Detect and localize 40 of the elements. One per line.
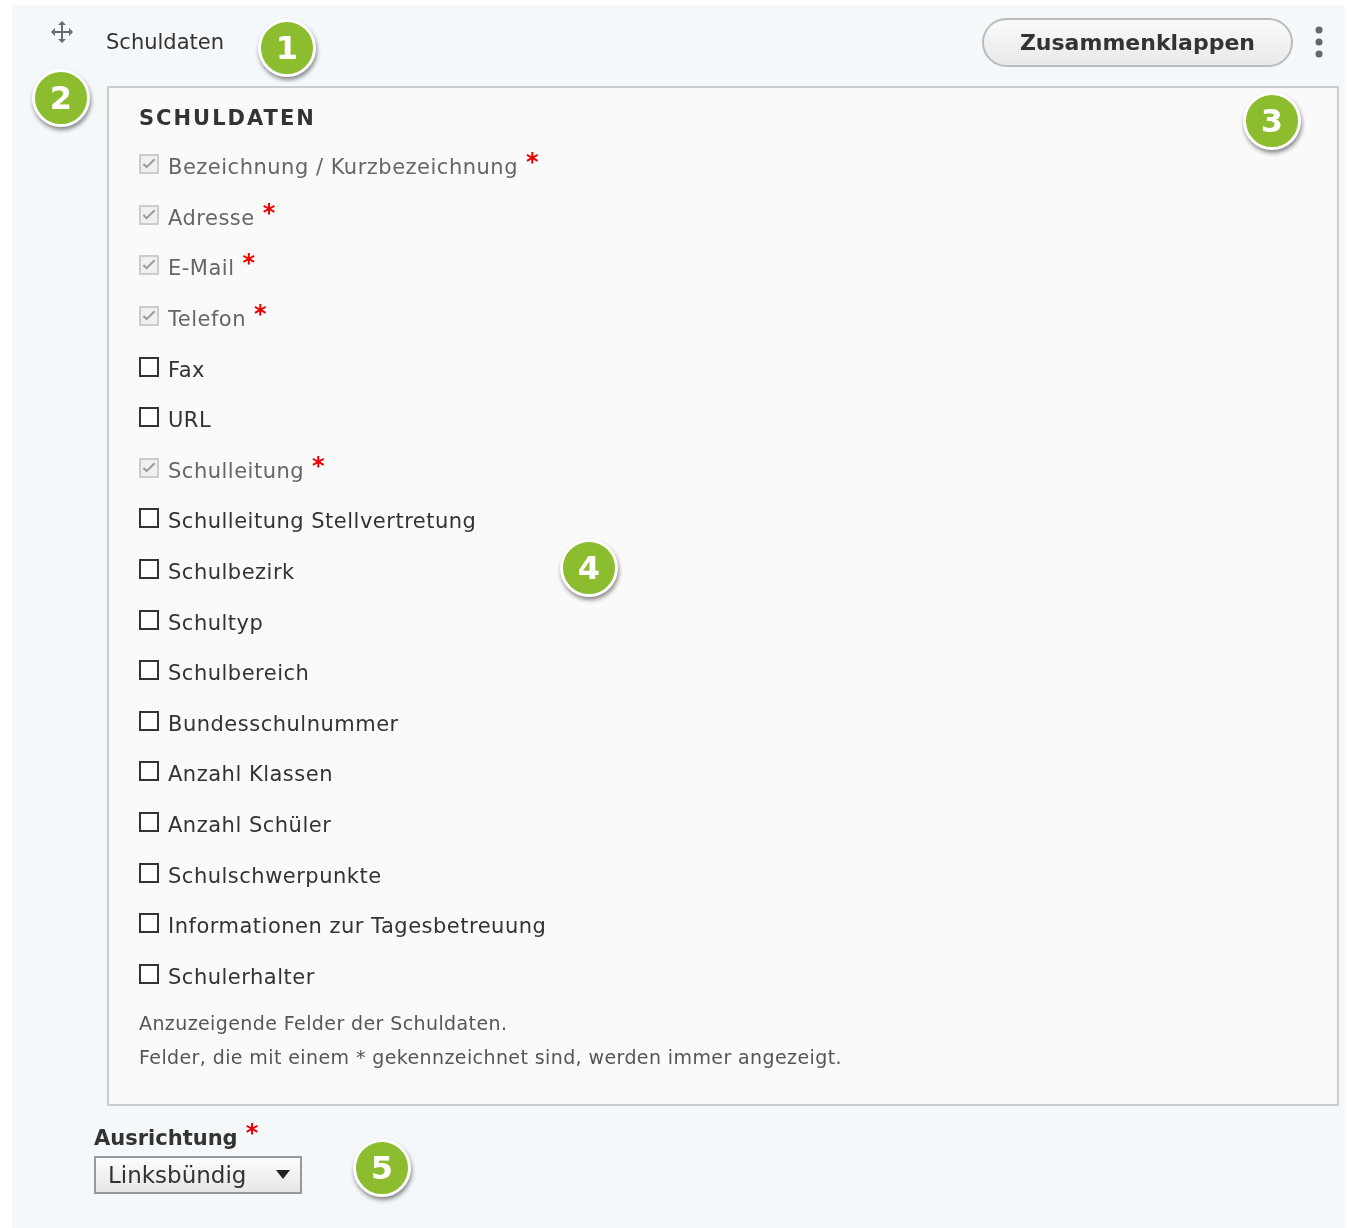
checkbox-label[interactable]: Anzahl Klassen	[168, 762, 333, 787]
required-marker: *	[245, 1119, 259, 1148]
checkbox[interactable]	[139, 963, 159, 984]
checkbox[interactable]	[139, 407, 159, 428]
required-marker: *	[262, 198, 276, 227]
checkbox[interactable]	[139, 862, 159, 883]
checkbox-label[interactable]: Schulerhalter	[168, 964, 315, 989]
checkbox[interactable]	[139, 609, 159, 630]
checkbox[interactable]	[139, 761, 159, 782]
checkbox-label[interactable]: Schulbezirk	[168, 560, 295, 585]
checkbox-label[interactable]: Informationen zur Tagesbetreuung	[168, 914, 547, 939]
required-marker: *	[312, 451, 325, 480]
checkbox-label[interactable]: Schulleitung Stellvertretung	[168, 509, 477, 534]
checkbox[interactable]	[139, 508, 159, 529]
checkbox[interactable]	[139, 356, 159, 377]
checkbox[interactable]	[139, 559, 159, 580]
description-text: Anzuzeigende Felder der Schuldaten.	[139, 1011, 509, 1037]
checkbox[interactable]	[139, 913, 159, 934]
checkbox-label[interactable]: Schultyp	[168, 610, 264, 635]
more-options-icon[interactable]	[1315, 26, 1323, 58]
caret-icon	[276, 1170, 291, 1181]
checkbox[interactable]	[139, 812, 159, 832]
fieldset-legend: SCHULDATEN	[139, 106, 316, 130]
checkbox[interactable]	[139, 660, 159, 681]
move-icon[interactable]	[50, 20, 74, 44]
section-title: Schuldaten	[106, 30, 224, 54]
collapse-button[interactable]: Zusammenklappen	[981, 17, 1293, 67]
required-marker: *	[254, 300, 267, 329]
field-label: Ausrichtung	[94, 1126, 238, 1151]
checkbox-label[interactable]: Anzahl Schüler	[168, 813, 332, 837]
checkbox-label[interactable]: URL	[168, 408, 212, 433]
required-marker: *	[526, 148, 539, 177]
description-text: Felder, die mit einem * gekennzeichnet sind, werden immer angezeigt.	[139, 1045, 843, 1071]
alignment-select[interactable]: Linksbündig	[94, 1156, 303, 1195]
checkbox-label[interactable]: Bundesschulnummer	[168, 711, 399, 736]
checkbox[interactable]	[139, 710, 159, 731]
required-marker: *	[242, 249, 256, 278]
checkbox-label[interactable]: Fax	[168, 357, 205, 382]
checkbox-label[interactable]: Schulschwerpunkte	[168, 863, 382, 888]
checkbox-label[interactable]: Schulbereich	[168, 661, 310, 686]
